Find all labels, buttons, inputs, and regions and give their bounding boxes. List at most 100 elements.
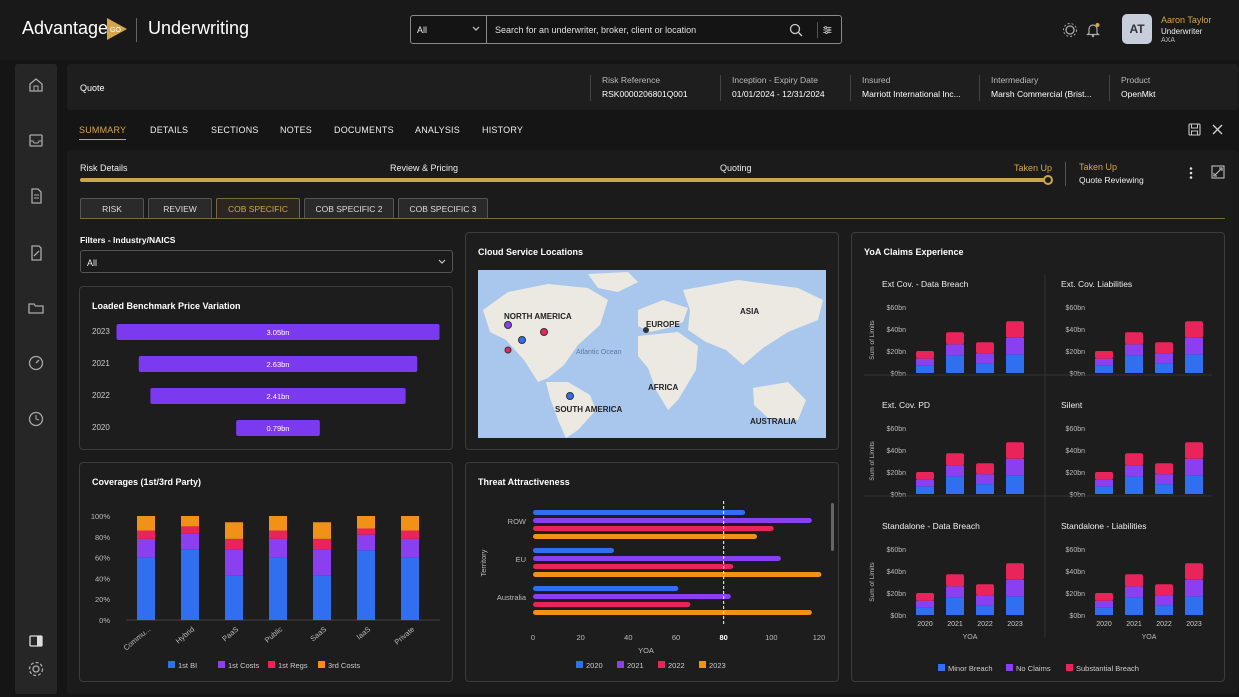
app-logo[interactable]: Advantage (22, 18, 108, 39)
theme-toggle-icon[interactable] (1062, 22, 1078, 38)
y-tick-label: $20bn (1066, 591, 1086, 598)
claims-bar-segment (1185, 337, 1203, 355)
coverage-bar-segment (181, 549, 199, 620)
document-icon[interactable] (27, 187, 45, 205)
claims-panel-title: Standalone - Data Breach (882, 521, 980, 531)
claims-panel-title: Ext Cov. - Data Breach (882, 279, 969, 289)
tab-history[interactable]: HISTORY (482, 125, 523, 135)
threat-bar (533, 610, 812, 615)
home-icon[interactable] (27, 76, 45, 94)
expand-icon[interactable] (1211, 165, 1225, 179)
coverage-bar-segment (357, 534, 375, 551)
chevron-down-icon (472, 26, 480, 31)
inbox-icon[interactable] (27, 131, 45, 149)
benchmark-bar-label: 0.79bn (267, 424, 290, 433)
card-title: Coverages (1st/3rd Party) (92, 477, 202, 487)
location-marker[interactable] (540, 328, 548, 336)
tab-analysis[interactable]: ANALYSIS (415, 125, 460, 135)
subtab-review[interactable]: REVIEW (148, 198, 212, 219)
stage-quoting[interactable]: Quoting (720, 163, 752, 173)
claims-bar-segment (1125, 344, 1143, 356)
field-value: RSK0000206801Q001 (602, 89, 688, 99)
claims-bar-segment (946, 597, 964, 615)
coverages-card: Coverages (1st/3rd Party) 100% 80% 60% 40% 2… (79, 462, 453, 682)
y-tick-label: $60bn (887, 305, 907, 312)
claims-bar-segment (1185, 458, 1203, 476)
threat-bar (533, 572, 822, 577)
subtab-cob-specific-2[interactable]: COB SPECIFIC 2 (304, 198, 394, 219)
x-tick-label: 2023 (1186, 621, 1202, 628)
edit-document-icon[interactable] (27, 244, 45, 262)
chevron-down-icon (438, 259, 446, 264)
tab-notes[interactable]: NOTES (280, 125, 312, 135)
close-icon[interactable] (1211, 123, 1224, 136)
map-label-europe: EUROPE (646, 320, 680, 329)
settings-gear-icon[interactable] (27, 660, 45, 678)
benchmark-year-label: 2022 (92, 391, 110, 400)
stage-risk-details[interactable]: Risk Details (80, 163, 128, 173)
y-axis-title: Sum of Limits (869, 441, 876, 481)
location-marker[interactable] (518, 336, 526, 344)
field-value: Marsh Commercial (Brist... (991, 89, 1092, 99)
claims-bar-segment (1006, 563, 1024, 580)
category-label: Private (393, 625, 417, 647)
search-scope-select[interactable]: All (411, 16, 487, 43)
claims-bar-segment (976, 474, 994, 485)
category-label: IaaS (355, 625, 373, 642)
tab-details[interactable]: DETAILS (150, 125, 188, 135)
world-map[interactable]: NORTH AMERICA EUROPE ASIA Atlantic Ocean… (478, 270, 826, 438)
x-tick-label: 20 (576, 633, 584, 642)
legend-label: 2020 (586, 661, 603, 670)
claims-bar-segment (1125, 453, 1143, 466)
panel-toggle-icon[interactable] (27, 632, 45, 650)
subtab-cob-specific[interactable]: COB SPECIFIC (216, 198, 300, 219)
location-marker[interactable] (504, 346, 512, 354)
y-tick-label: $60bn (887, 547, 907, 554)
y-axis-title: Territory (479, 549, 488, 576)
claims-bar-segment (1155, 363, 1173, 373)
claims-bar-segment (916, 358, 934, 366)
field-label: Intermediary (991, 75, 1039, 85)
tab-documents[interactable]: DOCUMENTS (334, 125, 394, 135)
benchmark-year-label: 2023 (92, 327, 110, 336)
location-marker[interactable] (566, 392, 574, 400)
benchmark-bar-label: 2.41bn (267, 392, 290, 401)
claims-bar-segment (916, 600, 934, 608)
subtab-cob-specific-3[interactable]: COB SPECIFIC 3 (398, 198, 488, 219)
avatar[interactable]: AT (1122, 14, 1152, 44)
search-input[interactable]: Search for an underwriter, broker, clien… (495, 25, 696, 35)
claims-bar-segment (1125, 597, 1143, 615)
subtab-risk[interactable]: RISK (80, 198, 144, 219)
search-icon[interactable] (789, 23, 803, 37)
claims-bar-segment (946, 574, 964, 587)
filter-settings-icon[interactable] (817, 22, 833, 38)
logo-divider (136, 18, 137, 42)
stage-review-pricing[interactable]: Review & Pricing (390, 163, 458, 173)
user-name: Aaron Taylor (1161, 15, 1212, 25)
coverage-bar-segment (313, 538, 331, 550)
legend-swatch (576, 661, 583, 668)
dashboard-gauge-icon[interactable] (27, 354, 45, 372)
tab-summary[interactable]: SUMMARY (79, 125, 127, 140)
save-icon[interactable] (1188, 123, 1201, 136)
claims-panel-title: Standalone - Liabilities (1061, 521, 1147, 531)
claims-bar-segment (946, 465, 964, 477)
folder-icon[interactable] (27, 299, 45, 317)
category-label: PaaS (220, 625, 240, 644)
claims-bar-segment (1095, 607, 1113, 615)
clock-icon[interactable] (27, 410, 45, 428)
quote-header: Quote Risk Reference RSK0000206801Q001 In… (67, 64, 1238, 110)
claims-bar-segment (1155, 605, 1173, 615)
x-tick-label: 0 (531, 633, 535, 642)
notification-bell-icon[interactable] (1085, 22, 1101, 38)
location-marker[interactable] (643, 327, 649, 333)
coverage-bar-segment (313, 549, 331, 576)
claims-bar-segment (1185, 563, 1203, 580)
tab-sections[interactable]: SECTIONS (211, 125, 259, 135)
industry-filter-select[interactable]: All (80, 250, 453, 273)
stage-taken-up[interactable]: Taken Up (1014, 163, 1052, 173)
location-marker[interactable] (504, 321, 512, 329)
more-options-icon[interactable] (1185, 166, 1197, 180)
threat-bar (533, 594, 731, 599)
scrollbar-thumb (831, 503, 834, 551)
